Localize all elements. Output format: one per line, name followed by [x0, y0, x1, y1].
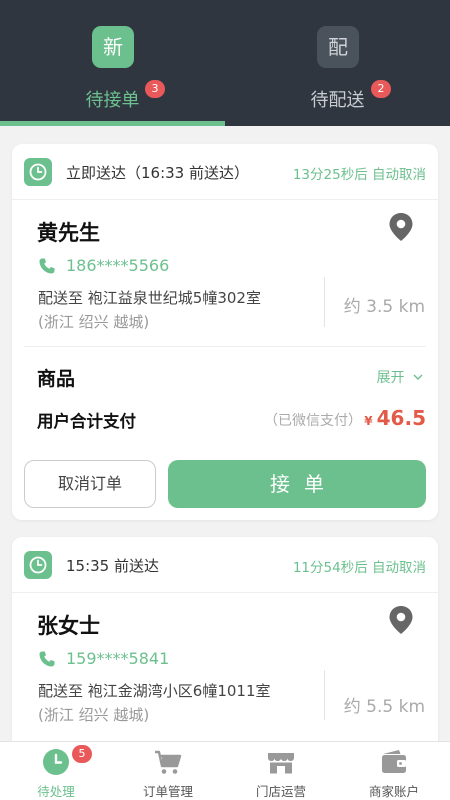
cart-icon [155, 750, 182, 774]
nav-item-pending[interactable]: 5 待处理 [0, 742, 112, 800]
expand-goods-button[interactable]: 展开 [377, 367, 424, 387]
nav-item-account[interactable]: 商家账户 [338, 742, 450, 800]
tab-label: 待接单 [85, 90, 140, 111]
nav-label: 待处理 [37, 784, 75, 799]
order-card-header: 立即送达（16:33 前送达） 13分25秒后 自动取消 [12, 144, 438, 200]
cancel-order-button[interactable]: 取消订单 [24, 460, 156, 508]
delivery-time: 立即送达（16:33 前送达） [66, 164, 249, 182]
tab-badge: 2 [371, 80, 391, 98]
divider-vertical [324, 670, 325, 720]
amount-value: 46.5 [376, 406, 426, 430]
phone-number: 159****5841 [66, 649, 170, 668]
clock-icon [24, 551, 52, 579]
delivery-address: 配送至 袍江金湖湾小区6幢1011室 [38, 682, 271, 700]
location-pin-icon[interactable] [388, 605, 414, 639]
phone-number: 186****5566 [66, 256, 170, 275]
order-card: 立即送达（16:33 前送达） 13分25秒后 自动取消 黄先生 186****… [12, 144, 438, 520]
payment-total-label: 用户合计支付 [37, 412, 136, 431]
top-tab-bar: 新 待接单 3 配 待配送 2 [0, 0, 450, 126]
bottom-navigation: 5 待处理 订单管理 门店运营 商家账户 [0, 741, 450, 800]
order-card: 15:35 前送达 11分54秒后 自动取消 张女士 159****5841 配… [12, 537, 438, 757]
new-order-icon: 新 [92, 26, 134, 68]
delivery-address: 配送至 袍江益泉世纪城5幢302室 [38, 289, 261, 307]
phone-icon [39, 651, 55, 667]
delivery-time: 15:35 前送达 [66, 557, 159, 575]
store-icon [268, 753, 294, 774]
order-card-header: 15:35 前送达 11分54秒后 自动取消 [12, 537, 438, 593]
currency-symbol: ¥ [364, 414, 373, 428]
payment-amount: ¥46.5 [364, 406, 426, 430]
nav-label: 订单管理 [142, 784, 193, 799]
chevron-down-icon [413, 374, 423, 380]
clock-icon [43, 749, 69, 775]
tab-pending-delivery[interactable]: 配 待配送 2 [225, 0, 450, 126]
customer-name: 黄先生 [37, 221, 100, 245]
location-pin-icon[interactable] [388, 212, 414, 246]
goods-section-title: 商品 [37, 368, 76, 390]
wallet-icon [382, 750, 406, 773]
nav-label: 商家账户 [368, 784, 419, 799]
delivery-order-icon: 配 [317, 26, 359, 68]
auto-cancel-countdown: 11分54秒后 自动取消 [292, 560, 426, 576]
phone-icon [39, 258, 55, 274]
tab-badge: 3 [145, 80, 165, 98]
nav-badge: 5 [72, 745, 92, 763]
accept-order-button[interactable]: 接单 [168, 460, 426, 508]
tab-pending-accept[interactable]: 新 待接单 3 [0, 0, 225, 126]
auto-cancel-countdown: 13分25秒后 自动取消 [292, 167, 426, 183]
distance: 约 5.5 km [343, 697, 425, 717]
clock-icon [24, 158, 52, 186]
customer-name: 张女士 [37, 614, 100, 638]
divider [24, 346, 426, 347]
address-region: (浙江 绍兴 越城) [38, 706, 150, 724]
distance: 约 3.5 km [343, 297, 425, 317]
tab-label: 待配送 [310, 90, 365, 111]
expand-label: 展开 [376, 370, 405, 386]
address-region: (浙江 绍兴 越城) [38, 313, 150, 331]
divider-vertical [324, 277, 325, 327]
payment-method-note: （已微信支付） [264, 413, 362, 429]
nav-label: 门店运营 [255, 784, 306, 799]
active-tab-indicator [0, 121, 225, 126]
nav-item-store[interactable]: 门店运营 [225, 742, 337, 800]
nav-item-orders[interactable]: 订单管理 [112, 742, 224, 800]
